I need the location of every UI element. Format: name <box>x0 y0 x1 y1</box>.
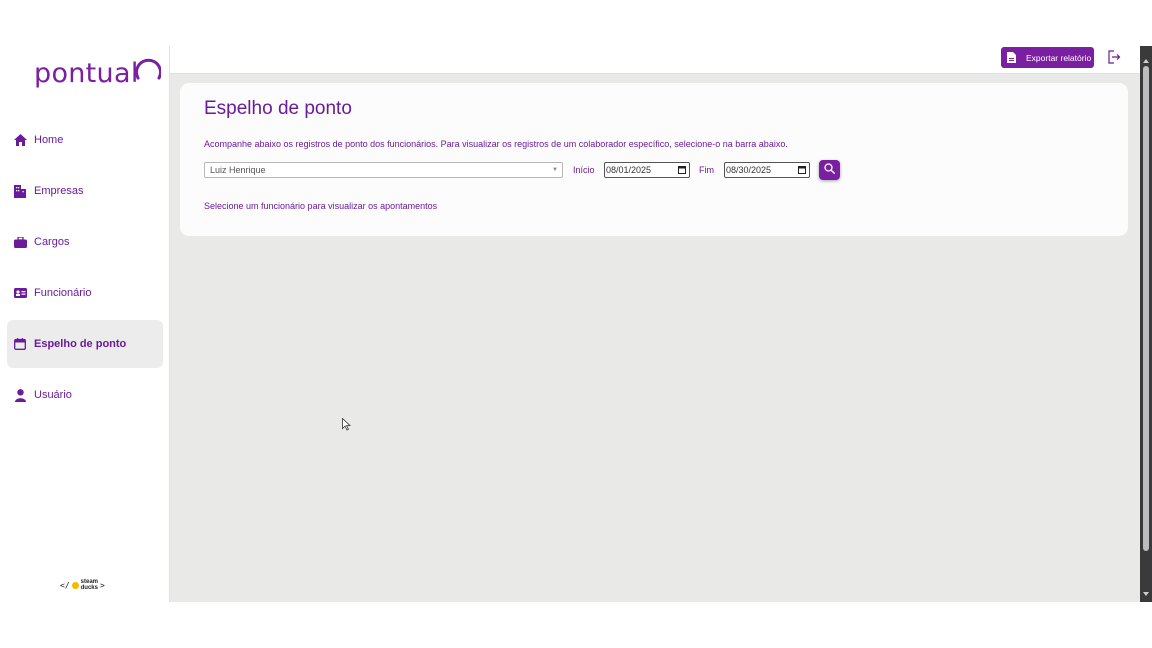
user-icon <box>13 388 27 402</box>
mouse-cursor-icon <box>342 417 352 431</box>
footer-brand: steam ducks <box>81 579 98 591</box>
sidebar-nav: Home Empresas Cargos Funcionário Espelho… <box>7 116 163 422</box>
id-card-icon <box>13 286 27 300</box>
employee-select-value: Luiz Henrique <box>210 165 266 175</box>
page-title: Espelho de ponto <box>204 98 352 119</box>
chevron-down-icon: ▼ <box>552 167 558 173</box>
scroll-down-arrow-icon[interactable] <box>1143 592 1149 596</box>
timesheet-card: Espelho de ponto Acompanhe abaixo os reg… <box>180 83 1128 236</box>
footer-brand-bottom: ducks <box>80 585 98 591</box>
end-date-input[interactable]: 08/30/2025 <box>724 162 810 178</box>
start-date-value: 08/01/2025 <box>606 165 652 175</box>
logo-mark-icon <box>134 54 173 94</box>
calendar-icon[interactable] <box>678 166 686 174</box>
duck-icon <box>71 581 79 589</box>
empty-state-hint: Selecione um funcionário para visualizar… <box>204 201 438 211</box>
sidebar-item-label: Espelho de ponto <box>34 338 127 350</box>
sidebar-item-label: Funcionário <box>34 287 92 299</box>
sidebar-item-usuario[interactable]: Usuário <box>7 371 163 419</box>
topbar: Exportar relatório <box>170 46 1140 74</box>
sidebar-item-home[interactable]: Home <box>7 116 163 164</box>
end-date-label: Fim <box>699 165 714 175</box>
export-report-label: Exportar relatório <box>1026 52 1092 63</box>
search-icon <box>824 161 835 179</box>
home-icon <box>13 133 27 147</box>
sidebar-item-label: Empresas <box>34 185 84 197</box>
sidebar-item-cargos[interactable]: Cargos <box>7 218 163 266</box>
scrollbar-thumb[interactable] <box>1143 66 1149 551</box>
sidebar-item-funcionario[interactable]: Funcionário <box>7 269 163 317</box>
logo[interactable]: pontual <box>34 54 173 94</box>
footer-prefix: </ <box>60 580 70 590</box>
briefcase-icon <box>13 235 27 249</box>
footer-suffix: > <box>99 580 105 590</box>
export-report-button[interactable]: Exportar relatório <box>1001 47 1094 68</box>
page-description: Acompanhe abaixo os registros de ponto d… <box>204 139 788 149</box>
start-date-label: Início <box>573 165 595 175</box>
sidebar: pontual Home Empresas Cargos Funcionário… <box>0 46 170 602</box>
end-date-value: 08/30/2025 <box>726 165 772 175</box>
search-button[interactable] <box>819 160 840 180</box>
sidebar-item-espelho-de-ponto[interactable]: Espelho de ponto <box>7 320 163 368</box>
calendar-icon <box>13 337 27 351</box>
sidebar-item-label: Cargos <box>34 236 70 248</box>
app-window: pontual Home Empresas Cargos Funcionário… <box>0 46 1152 602</box>
sidebar-item-label: Usuário <box>34 389 72 401</box>
sidebar-item-empresas[interactable]: Empresas <box>7 167 163 215</box>
sidebar-item-label: Home <box>34 134 64 146</box>
steamducks-logo: </ steam ducks > <box>60 579 105 591</box>
file-icon <box>1007 52 1016 63</box>
calendar-icon[interactable] <box>798 166 806 174</box>
start-date-input[interactable]: 08/01/2025 <box>604 162 690 178</box>
employee-select[interactable]: Luiz Henrique ▼ <box>204 162 563 178</box>
vertical-scrollbar[interactable] <box>1140 46 1152 602</box>
scroll-up-arrow-icon[interactable] <box>1143 59 1149 63</box>
logout-icon[interactable] <box>1107 50 1123 66</box>
building-icon <box>13 184 27 198</box>
